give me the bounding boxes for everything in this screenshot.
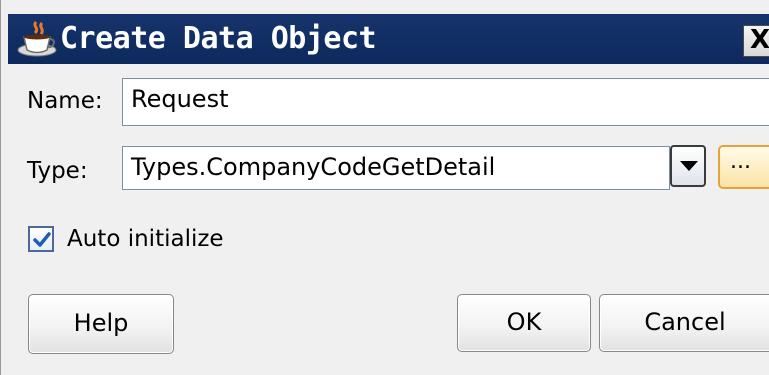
ok-button[interactable]: OK (457, 294, 591, 352)
name-field[interactable]: Request (122, 78, 769, 126)
help-button[interactable]: Help (28, 294, 174, 354)
dialog-title: Create Data Object (60, 21, 377, 56)
coffee-cup-icon (16, 20, 58, 58)
chevron-down-icon (680, 161, 698, 171)
auto-initialize-checkbox[interactable] (28, 226, 54, 252)
type-field[interactable]: Types.CompanyCodeGetDetail (122, 146, 670, 190)
type-dropdown-button[interactable] (670, 145, 706, 187)
create-data-object-dialog: Create Data Object X Name: Request Type:… (0, 0, 769, 375)
browse-type-button[interactable]: ... (718, 145, 769, 189)
auto-initialize-label[interactable]: Auto initialize (67, 225, 224, 253)
close-button[interactable]: X (743, 25, 769, 57)
dialog-titlebar[interactable]: Create Data Object X (8, 14, 769, 64)
checkmark-icon (33, 232, 51, 247)
type-label: Type: (27, 158, 88, 184)
cancel-button[interactable]: Cancel (599, 294, 769, 352)
name-label: Name: (27, 88, 103, 114)
